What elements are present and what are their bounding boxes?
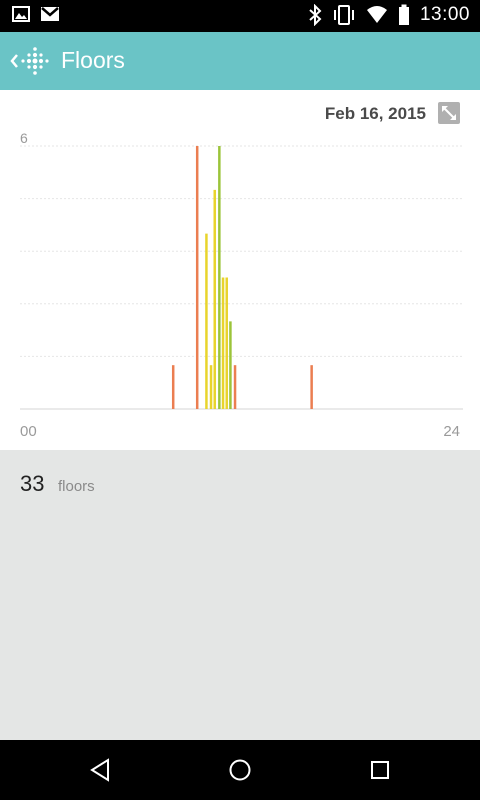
bluetooth-icon [309,4,322,26]
y-tick-label: 6 [20,130,28,146]
image-icon [12,6,30,22]
battery-icon [398,4,409,25]
app-bar: Floors [0,32,480,90]
nav-back-button[interactable] [85,755,115,785]
status-time: 13:00 [419,4,470,25]
summary-panel: 33 floors [0,450,480,740]
home-nav-icon [229,759,251,781]
floors-chart: 6 00 24 [20,130,463,440]
fitbit-logo-icon [21,47,49,75]
navigation-bar [0,740,480,800]
floors-unit: floors [58,478,95,495]
chevron-left-icon [10,54,18,68]
nav-home-button[interactable] [225,755,255,785]
wifi-icon [366,6,387,23]
nav-recents-button[interactable] [365,755,395,785]
status-right-icons: 13:00 [308,4,470,26]
back-nav-icon [90,758,109,782]
x-tick-label: 00 [20,423,37,440]
vibrate-icon [333,5,354,25]
page-title: Floors [61,47,125,73]
recents-nav-icon [371,761,389,779]
status-bar: 13:00 [0,0,480,32]
gmail-icon [41,7,59,21]
status-left-icons [12,6,60,22]
expand-icon [442,106,456,120]
expand-button[interactable] [438,102,460,124]
chart-date: Feb 16, 2015 [324,104,426,123]
chart-card: 6 00 24 Feb 16, 2015 [0,90,480,450]
floors-value: 33 [20,471,45,496]
x-tick-label: 24 [443,423,460,440]
